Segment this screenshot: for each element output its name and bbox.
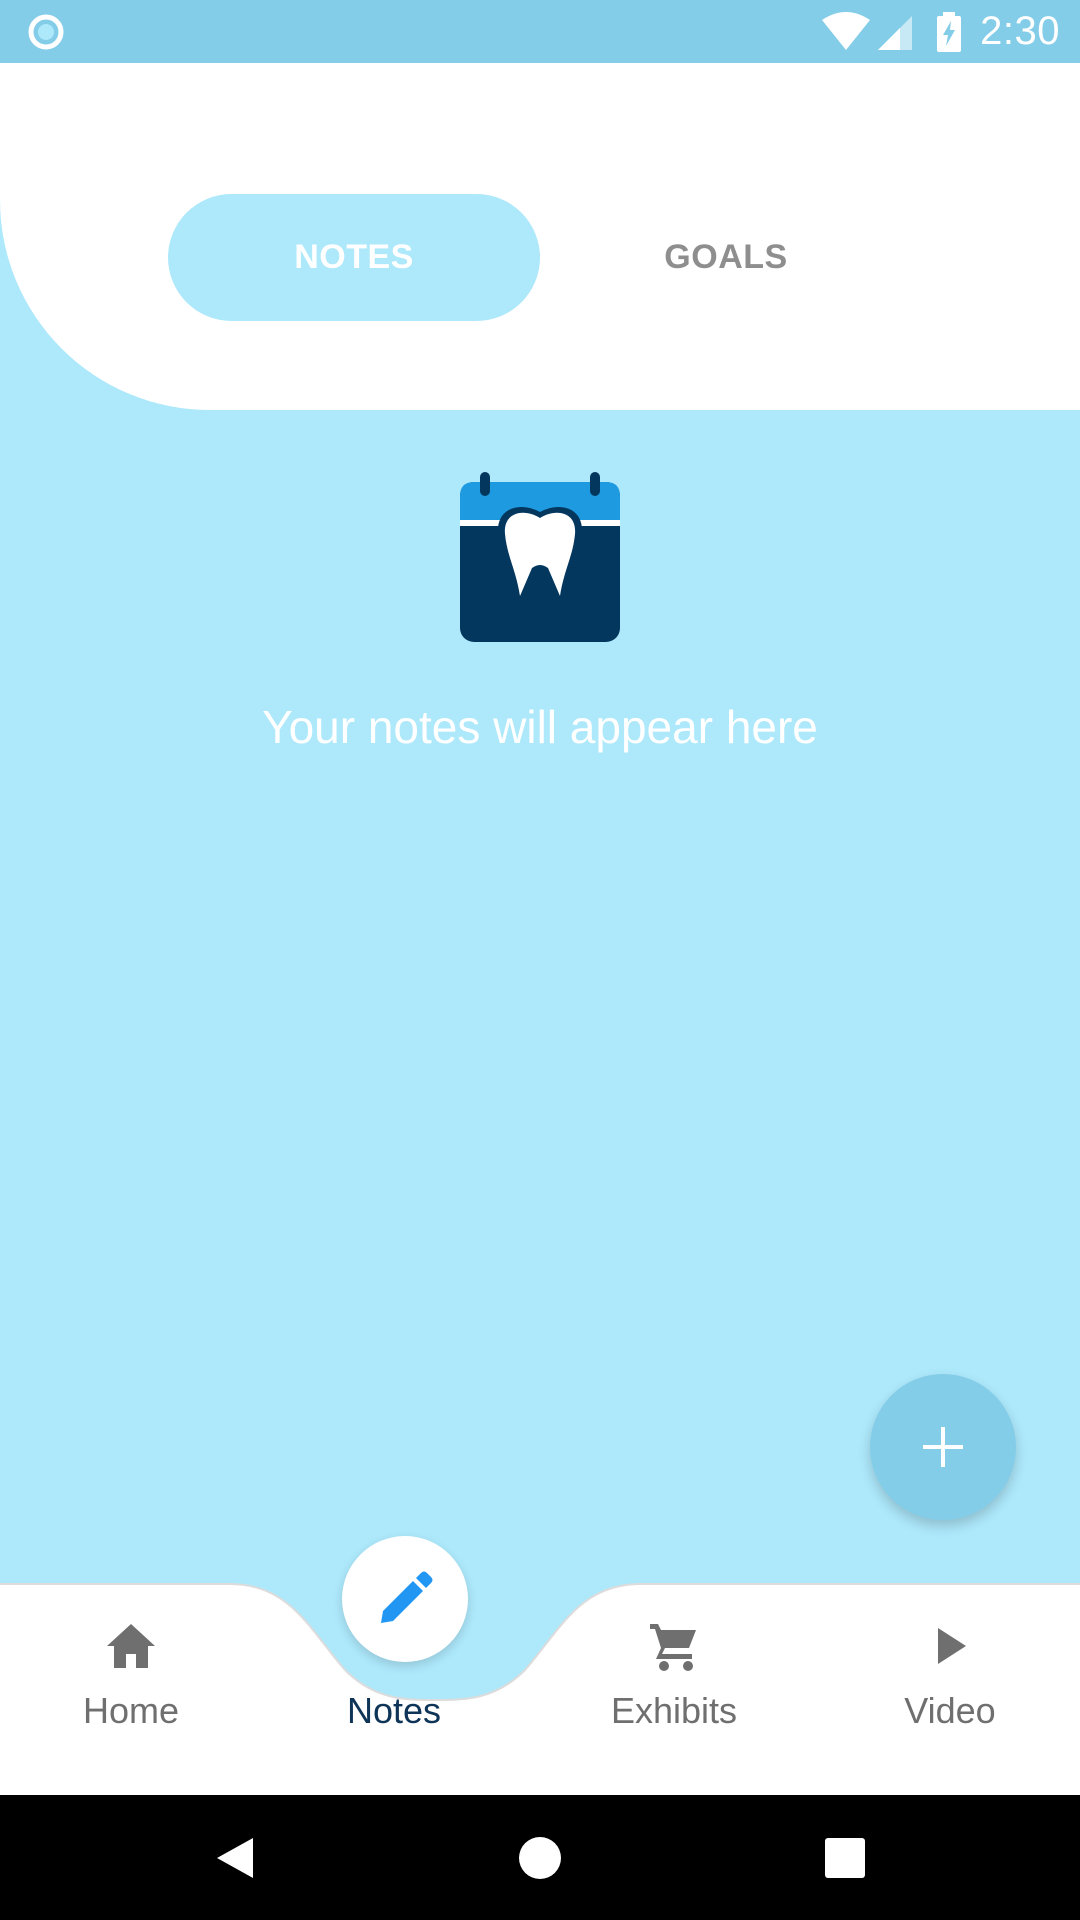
signal-icon bbox=[878, 15, 913, 50]
home-circle-icon bbox=[519, 1836, 561, 1879]
nav-item-video[interactable]: Video bbox=[850, 1610, 1050, 1732]
tab-goals[interactable]: GOALS bbox=[540, 194, 912, 321]
battery-charging-icon bbox=[937, 11, 962, 52]
nav-item-home[interactable]: Home bbox=[31, 1610, 231, 1732]
nav-label-video: Video bbox=[904, 1690, 996, 1731]
system-recents-button[interactable] bbox=[815, 1795, 875, 1920]
nav-label-notes: Notes bbox=[346, 1690, 442, 1731]
recents-icon bbox=[825, 1837, 865, 1878]
status-bar: 2:30 bbox=[0, 0, 1080, 63]
add-note-button[interactable] bbox=[870, 1374, 1016, 1520]
header-panel: NOTES GOALS bbox=[0, 63, 1080, 410]
empty-state-message: Your notes will appear here bbox=[262, 701, 818, 753]
app-indicator-icon bbox=[28, 14, 64, 50]
home-icon bbox=[107, 1624, 155, 1668]
wifi-icon bbox=[822, 11, 871, 50]
plus-icon bbox=[923, 1427, 963, 1467]
nav-item-notes[interactable]: Notes bbox=[294, 1610, 494, 1732]
status-icons: 2:30 bbox=[820, 0, 1060, 63]
system-back-button[interactable] bbox=[205, 1795, 265, 1920]
tooth-calendar-icon bbox=[460, 472, 620, 642]
cart-icon bbox=[650, 1624, 696, 1671]
back-icon bbox=[217, 1837, 253, 1878]
play-icon bbox=[938, 1628, 966, 1664]
nav-item-exhibits[interactable]: Exhibits bbox=[574, 1610, 774, 1732]
tab-notes[interactable]: NOTES bbox=[168, 194, 540, 321]
system-home-button[interactable] bbox=[510, 1795, 570, 1920]
nav-label-exhibits: Exhibits bbox=[610, 1690, 738, 1731]
nav-label-home: Home bbox=[82, 1690, 180, 1731]
system-nav-bar bbox=[0, 1795, 1080, 1920]
status-time: 2:30 bbox=[980, 9, 1060, 53]
